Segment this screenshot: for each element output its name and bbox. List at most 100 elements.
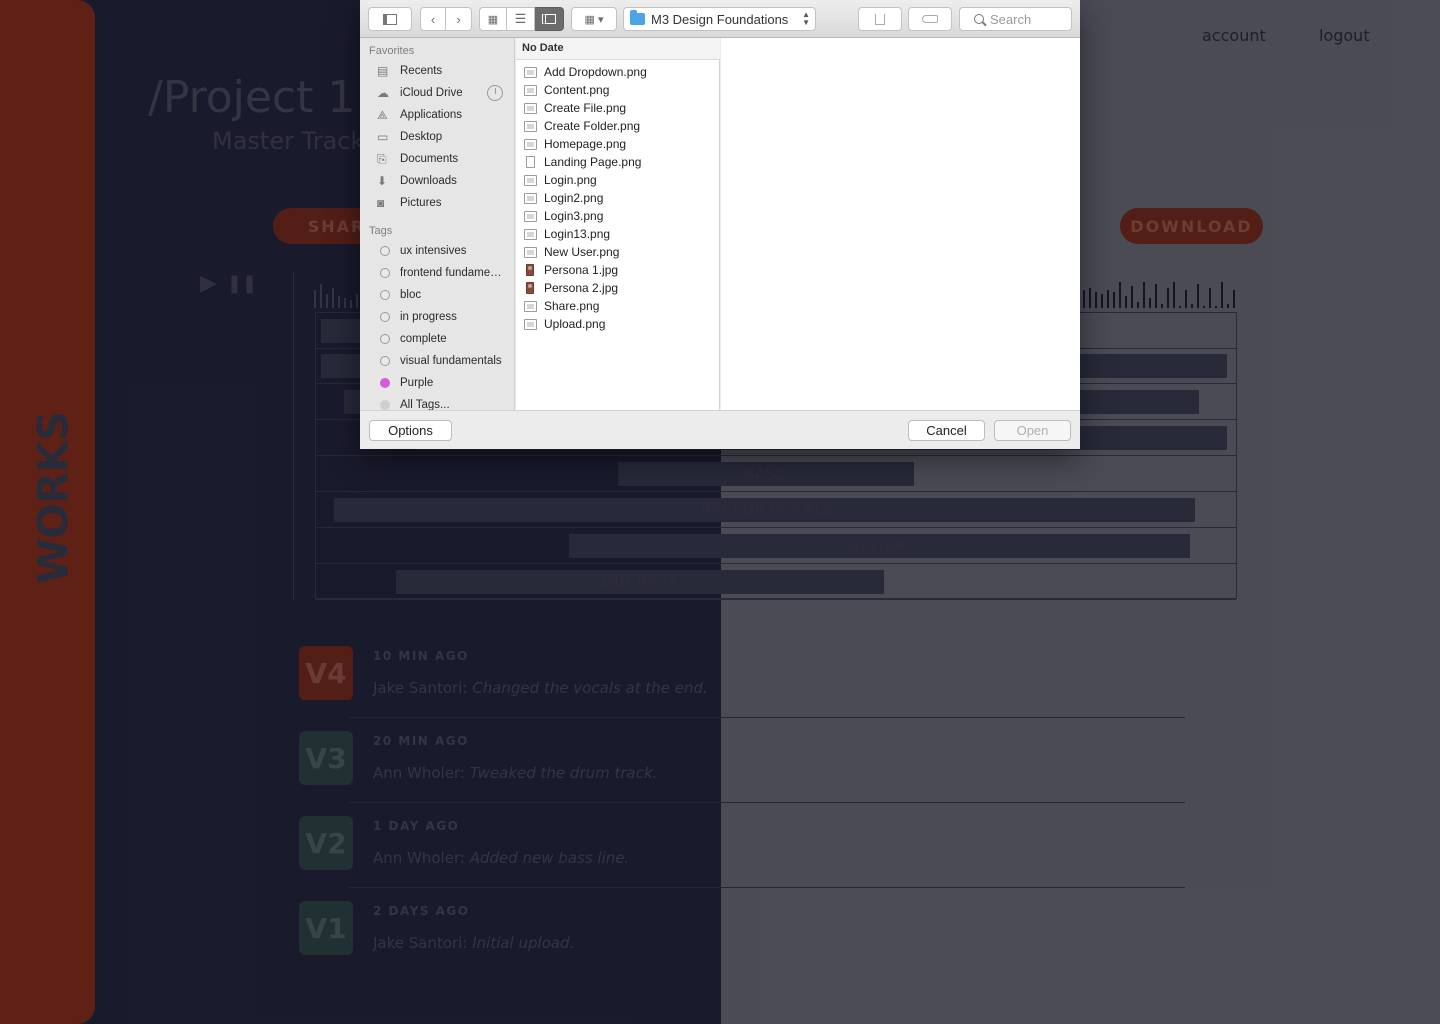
sidebar-tag[interactable]: frontend fundamentals	[360, 262, 514, 284]
file-item[interactable]: Login.png	[516, 171, 720, 189]
file-item[interactable]: Login3.png	[516, 207, 720, 225]
share-toolbar-button[interactable]	[858, 7, 902, 31]
sidebar-tag[interactable]: ux intensives	[360, 240, 514, 262]
column-view-button[interactable]	[535, 7, 564, 31]
sidebar-tag[interactable]: complete	[360, 328, 514, 350]
image-file-icon	[524, 102, 537, 114]
version-badge: V1	[299, 901, 353, 955]
file-item[interactable]: New User.png	[516, 243, 720, 261]
sidebar-toggle-button[interactable]	[368, 7, 412, 31]
search-placeholder: Search	[990, 11, 1032, 27]
icon-view-button[interactable]: ▦	[479, 7, 507, 31]
version-time: 2 DAYS AGO	[373, 904, 470, 918]
file-item[interactable]: Persona 2.jpg	[516, 279, 720, 297]
download-button[interactable]: DOWNLOAD	[1120, 208, 1263, 244]
grid-icon: ▦	[487, 13, 499, 26]
cancel-button[interactable]: Cancel	[908, 420, 985, 441]
file-name: Upload.png	[544, 317, 606, 331]
waveform-bar	[1209, 288, 1211, 308]
version-time: 10 MIN AGO	[373, 649, 469, 663]
file-item[interactable]: Create File.png	[516, 99, 720, 117]
search-input[interactable]: Search	[959, 7, 1072, 31]
dialog-toolbar: ‹ › ▦ ☰ ▦ ▾ M3 Design Foundations ▲ ▼ Sea…	[360, 0, 1080, 38]
version-author: Jake Santori:	[373, 934, 468, 952]
sidebar-tag[interactable]: in progress	[360, 306, 514, 328]
image-file-icon	[524, 138, 537, 150]
file-item[interactable]: Upload.png	[516, 315, 720, 333]
file-item[interactable]: Create Folder.png	[516, 117, 720, 135]
nav-segment: ‹ ›	[420, 7, 472, 31]
preview-pane	[721, 38, 1080, 410]
waveform-bar	[1233, 290, 1235, 308]
version-badge: V4	[299, 646, 353, 700]
sidebar-icon	[383, 13, 397, 25]
waveform-bar	[1107, 290, 1109, 308]
sidebar-item-downloads[interactable]: ⬇ Downloads	[360, 170, 514, 192]
open-button[interactable]: Open	[994, 420, 1071, 441]
file-item[interactable]: Login2.png	[516, 189, 720, 207]
share-icon	[875, 13, 885, 25]
waveform-bar	[1119, 282, 1121, 308]
pause-icon[interactable]: ❚❚	[227, 273, 257, 296]
file-item[interactable]: Homepage.png	[516, 135, 720, 153]
waveform-bar	[1191, 304, 1193, 308]
track-row[interactable]: BASS	[316, 456, 1236, 492]
list-view-button[interactable]: ☰	[507, 7, 535, 31]
file-name: Login3.png	[544, 209, 604, 223]
sidebar-tag[interactable]: All Tags...	[360, 394, 514, 410]
tags-heading: Tags	[369, 225, 393, 237]
track-row[interactable]: BACKUP VOCALS	[316, 492, 1236, 528]
sidebar-item-desktop[interactable]: ▭ Desktop	[360, 126, 514, 148]
sidebar-item-recents[interactable]: ▤ Recents	[360, 60, 514, 82]
sidebar-tag-label: complete	[400, 333, 447, 345]
file-name: Share.png	[544, 299, 600, 313]
track-row[interactable]: GUITAR	[316, 528, 1236, 564]
version-badge: V3	[299, 731, 353, 785]
tag-dot-icon	[377, 354, 399, 368]
sync-progress-icon	[487, 85, 503, 101]
location-popup[interactable]: M3 Design Foundations ▲ ▼	[623, 7, 816, 31]
account-link[interactable]: account	[1202, 26, 1266, 45]
back-button[interactable]: ‹	[420, 7, 446, 31]
applications-icon: ⟁	[377, 107, 388, 122]
sidebar-item-icloud-drive[interactable]: ☁ iCloud Drive	[360, 82, 514, 104]
logout-link[interactable]: logout	[1319, 26, 1370, 45]
arrange-icon: ▦ ▾	[584, 13, 604, 26]
version-item[interactable]: V4 10 MIN AGO Jake Santori: Changed the vo…	[299, 646, 1189, 732]
recents-icon: ▤	[377, 64, 389, 78]
file-item[interactable]: Persona 1.jpg	[516, 261, 720, 279]
image-file-icon	[524, 192, 537, 204]
waveform-bar	[356, 294, 358, 308]
tag-button[interactable]	[908, 7, 952, 31]
image-file-icon	[524, 174, 537, 186]
sidebar-tag[interactable]: Purple	[360, 372, 514, 394]
file-item[interactable]: Share.png	[516, 297, 720, 315]
version-item[interactable]: V1 2 DAYS AGO Jake Santori: Initial upload…	[299, 901, 1189, 987]
sidebar-item-pictures[interactable]: ◙ Pictures	[360, 192, 514, 214]
file-item[interactable]: Login13.png	[516, 225, 720, 243]
transport-controls: ▶ ❚❚	[200, 270, 257, 296]
documents-icon: ⎘	[377, 151, 387, 166]
file-item[interactable]: Add Dropdown.png	[516, 63, 720, 81]
version-item[interactable]: V3 20 MIN AGO Ann Wholer: Tweaked the drum…	[299, 731, 1189, 817]
waveform-bar	[1197, 284, 1199, 308]
track-name: BASS	[744, 465, 786, 483]
sidebar-item-label: Downloads	[400, 175, 457, 187]
sidebar-tag-label: bloc	[400, 289, 422, 301]
play-icon[interactable]: ▶	[200, 270, 217, 296]
forward-button[interactable]: ›	[446, 7, 472, 31]
sidebar-item-applications[interactable]: ⟁ Applications	[360, 104, 514, 126]
version-item[interactable]: V2 1 DAY AGO Ann Wholer: Added new bass li…	[299, 816, 1189, 902]
file-item[interactable]: Landing Page.png	[516, 153, 720, 171]
file-item[interactable]: Content.png	[516, 81, 720, 99]
options-button[interactable]: Options	[369, 420, 452, 441]
open-file-dialog: ‹ › ▦ ☰ ▦ ▾ M3 Design Foundations ▲ ▼ Sea…	[360, 0, 1080, 449]
sidebar-tag[interactable]: visual fundamentals	[360, 350, 514, 372]
sidebar-tag[interactable]: bloc	[360, 284, 514, 306]
arrange-button[interactable]: ▦ ▾	[571, 7, 617, 31]
file-name: Create Folder.png	[544, 119, 641, 133]
sidebar-tag-label: visual fundamentals	[400, 355, 502, 367]
waveform-bar	[1095, 292, 1097, 308]
track-row[interactable]: 2ND BASS	[316, 564, 1236, 600]
sidebar-item-documents[interactable]: ⎘ Documents	[360, 148, 514, 170]
